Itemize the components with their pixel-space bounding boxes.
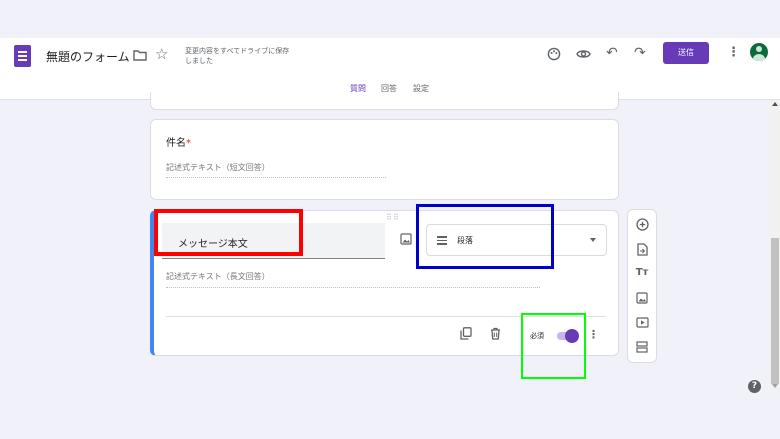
send-button[interactable]: 送信 <box>663 42 709 64</box>
required-asterisk: * <box>186 138 191 149</box>
add-video-icon[interactable] <box>628 317 656 331</box>
scrollbar[interactable] <box>770 100 780 390</box>
forms-logo-icon[interactable] <box>14 45 31 67</box>
form-title[interactable]: 無題のフォーム <box>46 48 130 65</box>
add-question-icon[interactable] <box>628 218 656 234</box>
short-answer-placeholder: 記述式テキスト（短文回答） <box>166 162 386 178</box>
star-icon[interactable]: ☆ <box>155 47 168 62</box>
add-image-icon[interactable] <box>628 292 656 307</box>
long-answer-placeholder: 記述式テキスト（長文回答） <box>166 271 540 288</box>
drag-handle-icon[interactable]: ⠿⠿ <box>386 213 400 222</box>
bottom-band <box>0 400 780 439</box>
duplicate-icon[interactable] <box>460 327 472 343</box>
highlight-box-green <box>521 313 586 379</box>
highlight-box-blue <box>416 204 554 269</box>
palette-icon[interactable] <box>547 47 561 64</box>
save-status: 変更内容をすべてドライブに保存しました <box>185 47 290 65</box>
side-toolbar: Tт <box>627 209 657 363</box>
scroll-up-arrow[interactable] <box>772 102 778 106</box>
question-card-subject[interactable]: 件名* 記述式テキスト（短文回答） <box>150 119 619 200</box>
previous-question-card[interactable] <box>150 92 619 110</box>
add-image-icon[interactable] <box>400 233 412 248</box>
add-section-icon[interactable] <box>628 341 656 356</box>
eye-icon[interactable] <box>576 48 591 63</box>
scroll-thumb[interactable] <box>771 238 779 384</box>
highlight-box-red <box>154 209 303 256</box>
import-questions-icon[interactable] <box>628 243 656 259</box>
redo-icon[interactable]: ↷ <box>634 46 646 60</box>
more-options-icon[interactable]: ⋮ <box>588 328 599 341</box>
chevron-down-icon <box>590 238 596 242</box>
account-avatar[interactable] <box>750 43 768 61</box>
trash-icon[interactable] <box>490 327 501 343</box>
top-app-bar: 無題のフォーム ☆ 変更内容をすべてドライブに保存しました ↶ ↷ 送信 ⋮ 質… <box>0 38 780 100</box>
folder-icon[interactable] <box>133 49 147 64</box>
help-icon[interactable]: ? <box>748 380 761 393</box>
scroll-down-arrow[interactable] <box>772 384 778 388</box>
add-title-icon[interactable]: Tт <box>628 267 656 278</box>
undo-icon[interactable]: ↶ <box>606 46 618 60</box>
question-title: 件名* <box>166 138 191 149</box>
more-vert-icon[interactable]: ⋮ <box>727 46 740 59</box>
